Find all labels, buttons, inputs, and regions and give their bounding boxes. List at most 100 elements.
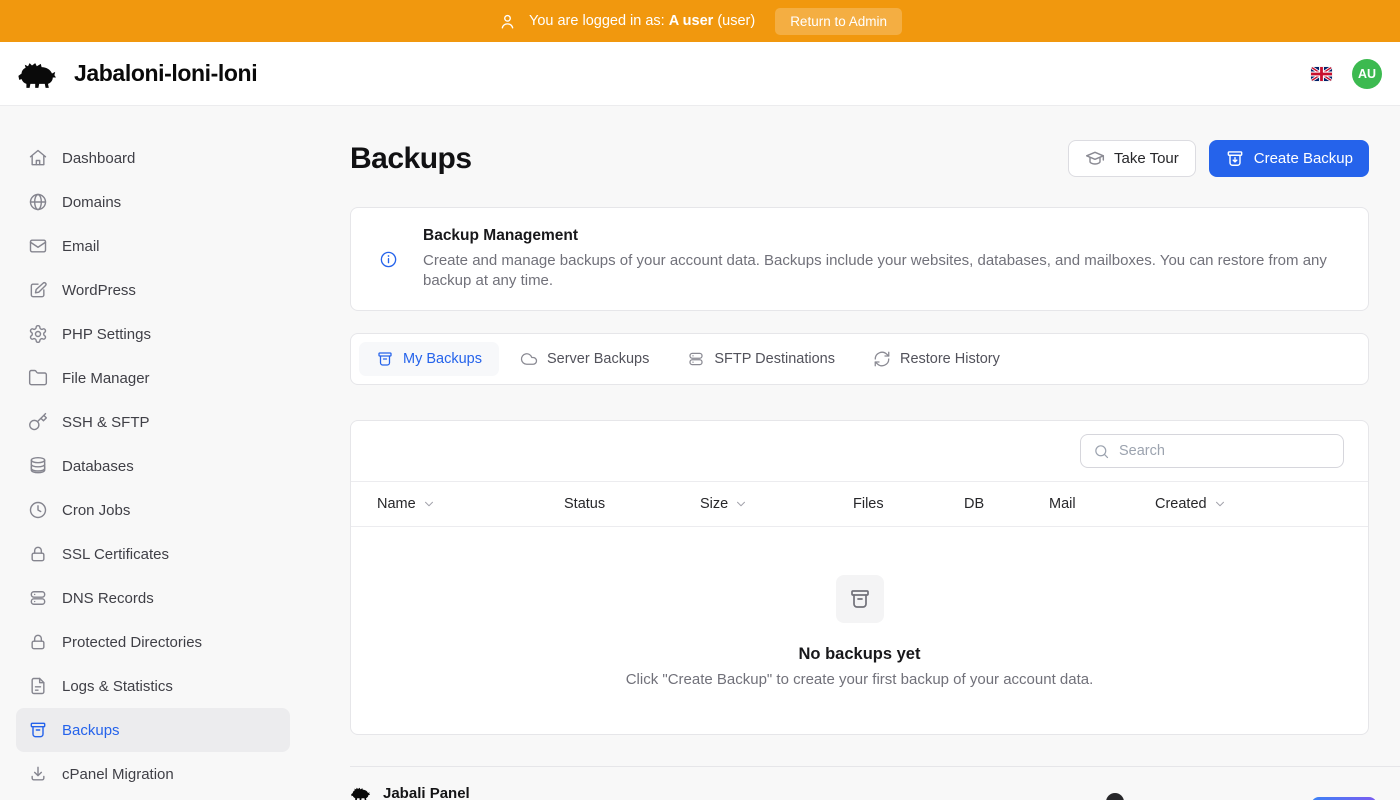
column-header-label: Files xyxy=(853,496,884,512)
chevron-down-icon xyxy=(734,497,748,511)
sidebar-item-label: SSL Certificates xyxy=(62,546,169,563)
column-header-status: Status xyxy=(564,496,700,512)
tab-my-backups[interactable]: My Backups xyxy=(359,342,499,376)
search-icon xyxy=(1093,443,1110,460)
take-tour-button[interactable]: Take Tour xyxy=(1068,140,1196,177)
tab-sftp-destinations[interactable]: SFTP Destinations xyxy=(670,342,852,376)
tab-label: My Backups xyxy=(403,351,482,367)
empty-state: No backups yet Click "Create Backup" to … xyxy=(351,527,1368,734)
sidebar-item-logs-statistics[interactable]: Logs & Statistics xyxy=(16,664,290,708)
sidebar-item-label: Databases xyxy=(62,458,134,475)
sidebar-item-label: Domains xyxy=(62,194,121,211)
tab-label: Server Backups xyxy=(547,351,649,367)
tab-restore-history[interactable]: Restore History xyxy=(856,342,1017,376)
column-header-size[interactable]: Size xyxy=(700,496,853,512)
column-header-files: Files xyxy=(853,496,964,512)
impersonated-user-role: (user) xyxy=(717,13,755,29)
sidebar-item-label: DNS Records xyxy=(62,590,154,607)
sidebar-item-cron-jobs[interactable]: Cron Jobs xyxy=(16,488,290,532)
empty-state-archive-icon xyxy=(836,575,884,623)
column-header-label: Size xyxy=(700,496,728,512)
page-title: Backups xyxy=(350,142,472,176)
sidebar-item-label: SSH & SFTP xyxy=(62,414,150,431)
search-input[interactable] xyxy=(1119,443,1331,459)
backups-table-card: Name Status Size Files DB xyxy=(350,420,1369,735)
download-icon xyxy=(28,764,48,784)
cloud-icon xyxy=(520,350,538,368)
gear-icon xyxy=(28,324,48,344)
column-header-created[interactable]: Created xyxy=(1155,496,1342,512)
clock-icon xyxy=(28,500,48,520)
boar-logo-icon xyxy=(350,784,374,800)
sidebar-item-label: Email xyxy=(62,238,100,255)
footer-brand-label: Jabali Panel xyxy=(383,785,470,800)
sidebar-item-email[interactable]: Email xyxy=(16,224,290,268)
footer-brand: Jabali Panel xyxy=(350,784,1400,800)
sidebar: Dashboard Domains Email WordPress PHP Se… xyxy=(0,106,314,800)
sidebar-item-dns-records[interactable]: DNS Records xyxy=(16,576,290,620)
column-header-label: DB xyxy=(964,496,984,512)
server-icon xyxy=(687,350,705,368)
sidebar-item-label: PHP Settings xyxy=(62,326,151,343)
lock-icon xyxy=(28,632,48,652)
impersonated-user-name: A user xyxy=(669,13,714,29)
key-icon xyxy=(28,412,48,432)
sidebar-item-ssh-sftp[interactable]: SSH & SFTP xyxy=(16,400,290,444)
language-flag-icon[interactable] xyxy=(1311,67,1332,81)
tab-server-backups[interactable]: Server Backups xyxy=(503,342,666,376)
page-footer: Jabali Panel xyxy=(350,766,1400,800)
empty-state-title: No backups yet xyxy=(799,645,921,664)
return-to-admin-button[interactable]: Return to Admin xyxy=(775,8,902,35)
sidebar-item-dashboard[interactable]: Dashboard xyxy=(16,136,290,180)
lock-icon xyxy=(28,544,48,564)
column-header-db: DB xyxy=(964,496,1049,512)
folder-icon xyxy=(28,368,48,388)
info-card-title: Backup Management xyxy=(423,227,1340,245)
sidebar-item-ssl-certificates[interactable]: SSL Certificates xyxy=(16,532,290,576)
empty-state-message: Click "Create Backup" to create your fir… xyxy=(626,671,1094,688)
app-brand: Jabaloni-loni-loni xyxy=(16,55,257,92)
archive-icon xyxy=(28,720,48,740)
info-card-description: Create and manage backups of your accoun… xyxy=(423,251,1340,291)
person-icon xyxy=(498,12,517,31)
backup-management-info-card: Backup Management Create and manage back… xyxy=(350,207,1369,311)
user-avatar[interactable]: AU xyxy=(1352,59,1382,89)
globe-icon xyxy=(28,192,48,212)
archive-down-icon xyxy=(1225,149,1245,169)
column-header-mail: Mail xyxy=(1049,496,1155,512)
sidebar-item-cpanel-migration[interactable]: cPanel Migration xyxy=(16,752,290,796)
tab-label: SFTP Destinations xyxy=(714,351,835,367)
sidebar-item-databases[interactable]: Databases xyxy=(16,444,290,488)
sidebar-item-label: Dashboard xyxy=(62,150,135,167)
sidebar-item-domains[interactable]: Domains xyxy=(16,180,290,224)
sidebar-item-php-settings[interactable]: PHP Settings xyxy=(16,312,290,356)
sidebar-item-label: Backups xyxy=(62,722,120,739)
document-icon xyxy=(28,676,48,696)
sidebar-item-file-manager[interactable]: File Manager xyxy=(16,356,290,400)
table-header-row: Name Status Size Files DB xyxy=(351,481,1368,527)
sidebar-item-wordpress[interactable]: WordPress xyxy=(16,268,290,312)
chevron-down-icon xyxy=(1213,497,1227,511)
create-backup-button[interactable]: Create Backup xyxy=(1209,140,1369,177)
column-header-label: Status xyxy=(564,496,605,512)
backup-tabs: My Backups Server Backups SFTP Destinati… xyxy=(350,333,1369,385)
home-icon xyxy=(28,148,48,168)
sidebar-item-label: WordPress xyxy=(62,282,136,299)
column-header-label: Mail xyxy=(1049,496,1076,512)
sidebar-item-label: File Manager xyxy=(62,370,150,387)
impersonation-bar: You are logged in as: A user (user) Retu… xyxy=(0,0,1400,42)
sidebar-item-label: Cron Jobs xyxy=(62,502,130,519)
server-icon xyxy=(28,588,48,608)
column-header-name[interactable]: Name xyxy=(377,496,564,512)
sidebar-item-backups[interactable]: Backups xyxy=(16,708,290,752)
sidebar-item-label: cPanel Migration xyxy=(62,766,174,783)
edit-icon xyxy=(28,280,48,300)
search-box xyxy=(1080,434,1344,468)
sidebar-item-protected-directories[interactable]: Protected Directories xyxy=(16,620,290,664)
app-title: Jabaloni-loni-loni xyxy=(74,60,257,87)
impersonation-message: You are logged in as: xyxy=(529,13,665,29)
main-content: Backups Take Tour Create Backup Backup M… xyxy=(314,106,1400,800)
tab-label: Restore History xyxy=(900,351,1000,367)
database-icon xyxy=(28,456,48,476)
sidebar-item-label: Protected Directories xyxy=(62,634,202,651)
